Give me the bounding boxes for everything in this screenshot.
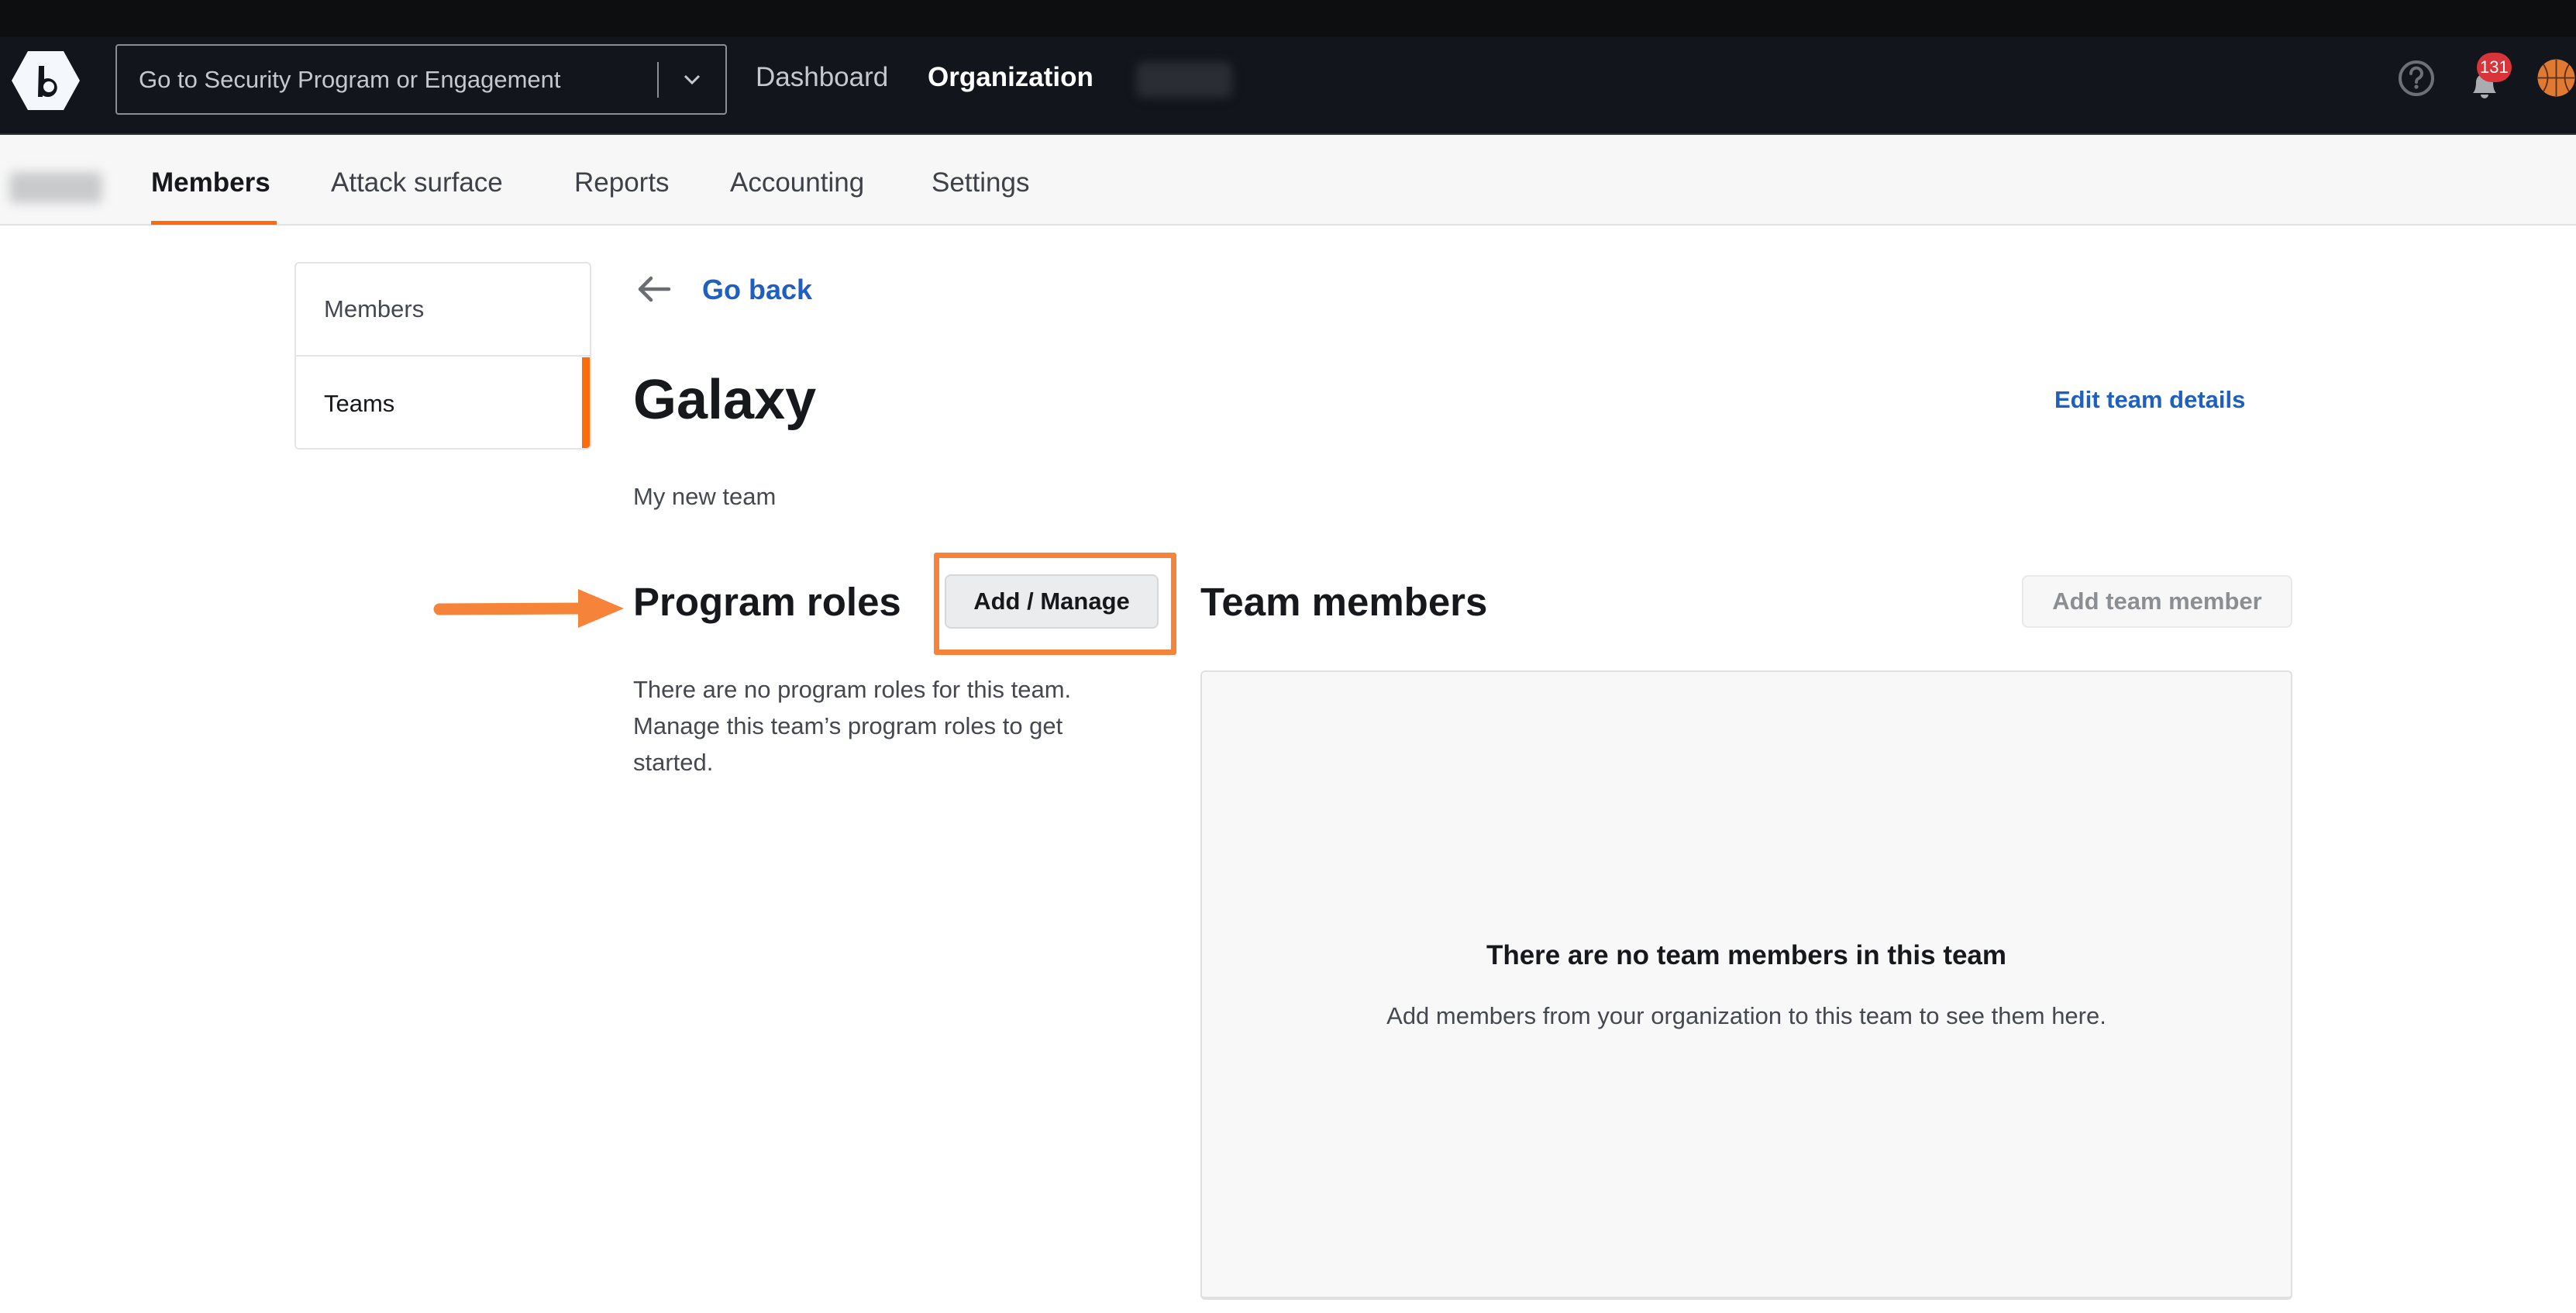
program-select-placeholder: Go to Security Program or Engagement — [139, 65, 561, 93]
tab-settings[interactable]: Settings — [932, 167, 1029, 198]
add-team-member-button[interactable]: Add team member — [2022, 575, 2292, 628]
team-members-empty-state — [1200, 670, 2292, 1300]
nav-dashboard[interactable]: Dashboard — [756, 62, 888, 93]
team-members-heading: Team members — [1200, 580, 1488, 624]
team-title: Galaxy — [633, 369, 817, 431]
help-circle-icon[interactable] — [2397, 59, 2436, 98]
top-strip — [0, 0, 2576, 36]
redacted-org-name — [1136, 62, 1232, 98]
side-menu-item-members[interactable]: Members — [296, 264, 590, 357]
redacted-org-logo — [9, 172, 102, 203]
tab-reports[interactable]: Reports — [574, 167, 670, 198]
chevron-down-icon[interactable] — [659, 46, 725, 113]
team-description: My new team — [633, 483, 777, 510]
annotation-arrow-right-icon — [430, 585, 628, 630]
side-menu-item-teams[interactable]: Teams — [296, 357, 590, 448]
empty-state-title: There are no team members in this team — [1486, 940, 2007, 970]
arrow-left-icon[interactable] — [637, 276, 671, 302]
program-roles-empty-text: There are no program roles for this team… — [633, 676, 1072, 776]
go-back-link[interactable]: Go back — [702, 274, 812, 306]
bugcrowd-logo-icon[interactable] — [11, 50, 81, 111]
side-menu-item-label: Members — [324, 295, 425, 322]
program-roles-heading: Program roles — [633, 580, 901, 624]
basketball-avatar-icon[interactable] — [2536, 58, 2576, 98]
tab-attack-surface[interactable]: Attack surface — [331, 167, 503, 198]
program-select[interactable]: Go to Security Program or Engagement — [115, 44, 727, 115]
side-menu: Members Teams — [294, 262, 591, 450]
edit-team-details-link[interactable]: Edit team details — [2054, 386, 2245, 414]
nav-organization[interactable]: Organization — [928, 62, 1093, 93]
tab-members[interactable]: Members — [151, 167, 270, 198]
empty-state-subtitle: Add members from your organization to th… — [1386, 1002, 2106, 1029]
tab-accounting[interactable]: Accounting — [730, 167, 864, 198]
notification-count-badge: 131 — [2477, 53, 2512, 82]
side-menu-item-label: Teams — [324, 390, 395, 417]
add-manage-button[interactable]: Add / Manage — [945, 574, 1159, 629]
active-tab-indicator — [151, 221, 277, 225]
